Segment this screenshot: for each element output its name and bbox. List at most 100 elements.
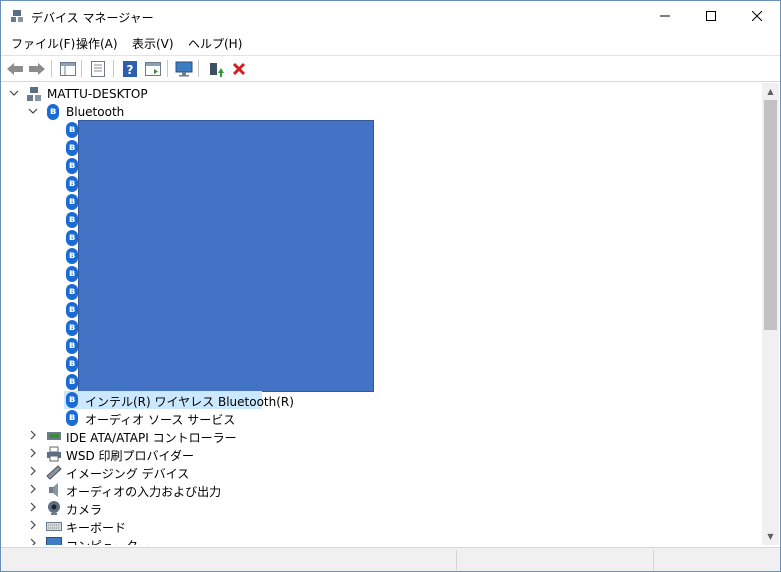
minimize-icon <box>660 15 670 17</box>
action-pane-button[interactable] <box>143 59 163 78</box>
tree-category-computer[interactable]: コンピューター <box>2 535 302 545</box>
bluetooth-icon: ʙ <box>66 122 78 138</box>
chevron-right-icon[interactable] <box>28 484 38 494</box>
bluetooth-icon: ʙ <box>66 266 78 282</box>
bluetooth-icon: ʙ <box>66 302 78 318</box>
action-pane-icon <box>145 61 161 76</box>
menu-action[interactable]: 操作(A) <box>74 35 120 52</box>
red-x-icon <box>232 62 246 75</box>
computer-icon <box>46 537 62 545</box>
tree-item-intel-bluetooth[interactable]: ʙ インテル(R) ワイヤレス Bluetooth(R) <box>2 391 302 409</box>
title-bar: デバイス マネージャー <box>1 1 780 31</box>
tree-item-audio-source-service[interactable]: ʙ オーディオ ソース サービス <box>2 409 302 427</box>
chevron-right-icon[interactable] <box>28 538 38 545</box>
bluetooth-icon: ʙ <box>66 158 78 174</box>
bluetooth-icon: ʙ <box>66 410 78 426</box>
keyboard-icon <box>46 522 62 531</box>
category-label: イメージング デバイス <box>66 467 190 481</box>
console-tree-icon <box>60 61 76 76</box>
category-label: キーボード <box>66 521 127 535</box>
minimize-button[interactable] <box>642 1 688 31</box>
computer-name: MATTU-DESKTOP <box>47 87 148 101</box>
back-arrow-icon <box>7 62 23 75</box>
menu-view[interactable]: 表示(V) <box>130 35 176 52</box>
window-title: デバイス マネージャー <box>31 11 154 25</box>
help-icon: ? <box>123 60 137 77</box>
tree-category-wsd-print[interactable]: WSD 印刷プロバイダー <box>2 445 302 463</box>
bluetooth-icon: ʙ <box>66 140 78 156</box>
bluetooth-icon: ʙ <box>66 230 78 246</box>
back-button[interactable] <box>5 59 25 78</box>
category-label: コンピューター <box>66 537 150 545</box>
toolbar: ? <box>1 55 780 82</box>
forward-arrow-icon <box>29 62 45 75</box>
tree-category-keyboard[interactable]: キーボード <box>2 517 302 535</box>
device-label: インテル(R) ワイヤレス Bluetooth(R) <box>85 395 294 409</box>
scrollbar-thumb[interactable] <box>764 100 777 330</box>
bluetooth-icon: ʙ <box>66 194 78 210</box>
close-button[interactable] <box>734 1 780 31</box>
bluetooth-icon: ʙ <box>66 212 78 228</box>
menu-help[interactable]: ヘルプ(H) <box>186 35 244 52</box>
bluetooth-icon: ʙ <box>66 356 78 372</box>
bluetooth-icon: ʙ <box>47 104 59 120</box>
speaker-icon <box>49 483 58 497</box>
imaging-device-icon <box>46 465 62 480</box>
close-icon <box>752 11 762 21</box>
monitor-scan-icon <box>175 61 193 76</box>
printer-icon <box>47 446 61 462</box>
category-label: WSD 印刷プロバイダー <box>66 449 195 463</box>
device-manager-window: デバイス マネージャー ファイル(F) 操作(A) 表示(V) ヘルプ(H) ?… <box>0 0 781 572</box>
uninstall-device-button[interactable] <box>229 59 249 78</box>
tree-root[interactable]: MATTU-DESKTOP <box>2 85 302 103</box>
tree-category-camera[interactable]: カメラ <box>2 499 302 517</box>
svg-text:?: ? <box>127 63 134 77</box>
device-manager-app-icon <box>11 10 23 22</box>
redacted-device-list <box>78 120 374 392</box>
scroll-down-arrow-icon[interactable]: ▼ <box>762 528 779 545</box>
device-tree[interactable]: MATTU-DESKTOP ʙ Bluetooth ʙʙʙʙʙʙʙʙʙʙʙʙʙʙ… <box>2 83 762 545</box>
help-button[interactable]: ? <box>120 59 140 78</box>
bluetooth-icon: ʙ <box>66 320 78 336</box>
category-label: Bluetooth <box>66 105 125 119</box>
properties-button[interactable] <box>88 59 108 78</box>
bluetooth-icon: ʙ <box>66 176 78 192</box>
show-hide-console-tree-button[interactable] <box>58 59 78 78</box>
status-divider <box>653 550 654 570</box>
chevron-down-icon[interactable] <box>28 106 38 116</box>
menu-bar: ファイル(F) 操作(A) 表示(V) ヘルプ(H) <box>1 32 780 54</box>
update-driver-button[interactable] <box>206 59 226 78</box>
ide-controller-icon <box>47 432 61 440</box>
scroll-up-arrow-icon[interactable]: ▲ <box>762 83 779 100</box>
category-label: IDE ATA/ATAPI コントローラー <box>66 431 237 445</box>
category-label: カメラ <box>66 503 103 517</box>
forward-button[interactable] <box>27 59 47 78</box>
camera-icon <box>48 501 60 515</box>
chevron-right-icon[interactable] <box>28 448 38 458</box>
chevron-right-icon[interactable] <box>28 502 38 512</box>
device-label: オーディオ ソース サービス <box>85 413 236 427</box>
tree-category-ide[interactable]: IDE ATA/ATAPI コントローラー <box>2 427 302 445</box>
computer-node-icon <box>27 87 41 101</box>
chevron-right-icon[interactable] <box>28 430 38 440</box>
tree-category-imaging[interactable]: イメージング デバイス <box>2 463 302 481</box>
scan-hardware-button[interactable] <box>174 59 194 78</box>
tree-category-audio-io[interactable]: オーディオの入力および出力 <box>2 481 302 499</box>
status-bar <box>1 547 780 571</box>
maximize-button[interactable] <box>688 1 734 31</box>
tree-category-bluetooth[interactable]: ʙ Bluetooth <box>2 103 302 121</box>
menu-file[interactable]: ファイル(F) <box>9 35 77 52</box>
vertical-scrollbar[interactable]: ▲ ▼ <box>762 83 779 545</box>
chevron-down-icon[interactable] <box>9 88 19 98</box>
maximize-icon <box>706 11 716 21</box>
bluetooth-icon: ʙ <box>66 392 78 408</box>
bluetooth-icon: ʙ <box>66 374 78 390</box>
bluetooth-icon: ʙ <box>66 284 78 300</box>
chevron-right-icon[interactable] <box>28 520 38 530</box>
chevron-right-icon[interactable] <box>28 466 38 476</box>
bluetooth-icon: ʙ <box>66 338 78 354</box>
category-label: オーディオの入力および出力 <box>66 485 222 499</box>
status-divider <box>456 550 457 570</box>
update-driver-icon <box>210 62 224 77</box>
properties-icon <box>91 60 105 77</box>
